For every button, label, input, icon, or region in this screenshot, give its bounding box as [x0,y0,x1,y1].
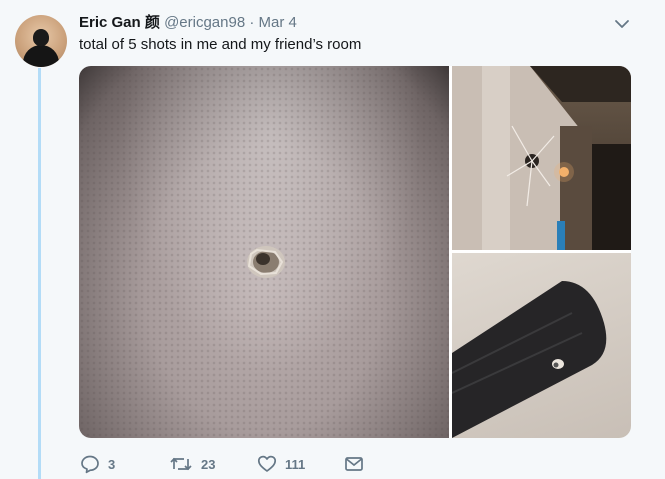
heart-icon [257,454,277,474]
avatar-figure-head [33,29,49,46]
like-button[interactable]: 111 [257,452,305,476]
wall-hole-graphic [247,246,285,278]
reply-count: 3 [108,456,116,472]
thread-line [38,68,41,479]
chevron-down-icon[interactable] [611,15,633,33]
direct-message-button[interactable] [344,452,364,476]
tweet-actions: 3 23 111 [79,452,399,476]
photo-window-bullet-hole[interactable] [452,66,631,250]
author-name[interactable]: Eric Gan [79,14,141,31]
separator-dot: · [249,14,255,31]
reply-icon [80,454,100,474]
author-name-glyph[interactable]: 颜 [145,14,160,31]
envelope-icon [344,454,364,474]
photo-wall-bullet-hole[interactable] [79,66,449,438]
tweet-header: Eric Gan 颜 @ericgan98 · Mar 4 [79,13,297,33]
author-handle[interactable]: @ericgan98 [164,14,245,31]
retweet-icon [169,454,193,474]
retweet-count: 23 [201,456,216,472]
like-count: 111 [285,456,306,472]
tweet-date[interactable]: Mar 4 [259,14,297,31]
reply-button[interactable]: 3 [80,452,115,476]
window-scene-graphic [452,66,631,250]
tweet-text: total of 5 shots in me and my friend’s r… [79,36,362,53]
fan-blade-graphic [452,281,607,438]
avatar-figure-body [23,45,59,67]
photo-fan-blade-bullet-hole[interactable] [452,253,631,438]
retweet-button[interactable]: 23 [169,452,215,476]
media-grid [79,66,631,438]
avatar[interactable] [15,15,67,67]
